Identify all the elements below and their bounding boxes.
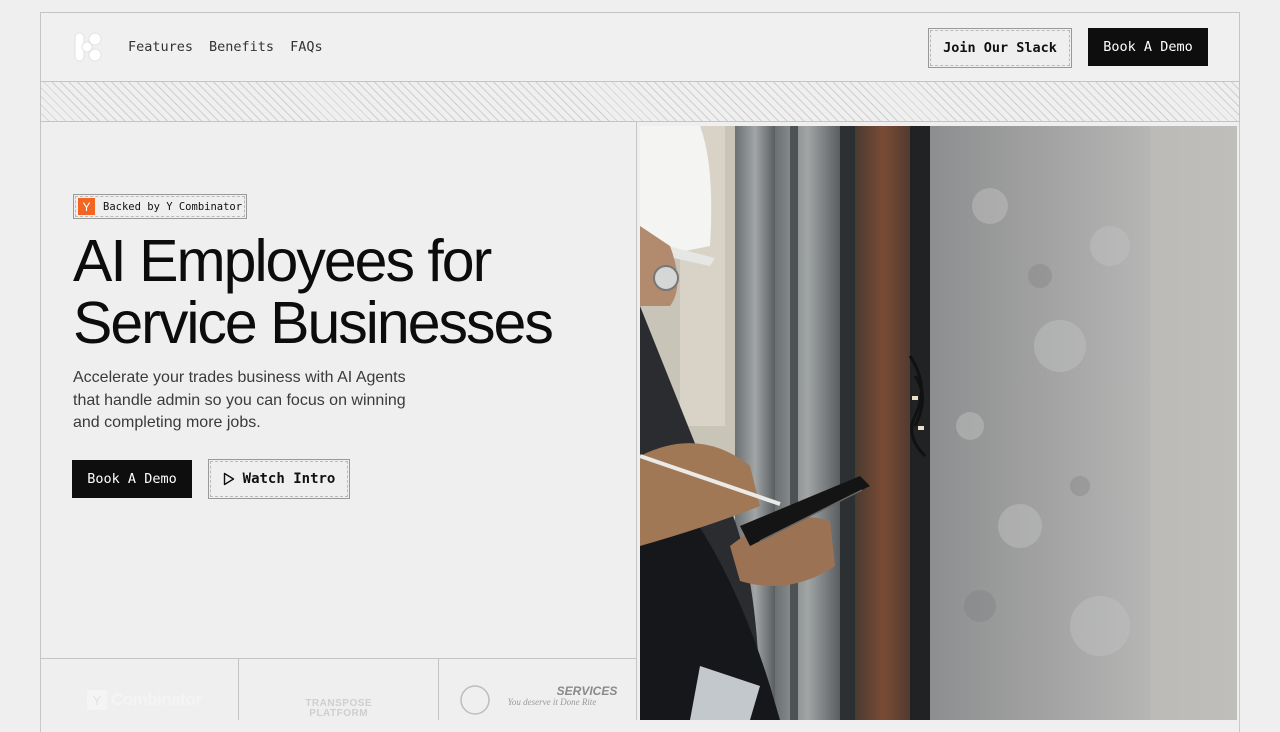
transpose-line-2: PLATFORM <box>309 708 369 719</box>
yc-logo-icon: Y <box>87 690 107 710</box>
nav-link-faqs[interactable]: FAQs <box>290 39 323 55</box>
logo-mark-icon[interactable] <box>73 31 105 63</box>
nav-link-features[interactable]: Features <box>128 39 193 55</box>
watch-intro-button[interactable]: Watch Intro <box>208 459 350 499</box>
services-logo-icon <box>459 685 490 715</box>
yc-badge[interactable]: Y Backed by Y Combinator <box>73 194 247 219</box>
yc-logo-text: Combinator <box>111 690 202 709</box>
yc-icon: Y <box>78 198 95 215</box>
hero-section: Y Backed by Y Combinator AI Employees fo… <box>40 122 637 720</box>
logo-transpose: TRANSPOSE PLATFORM <box>239 659 439 720</box>
hero-subtitle: Accelerate your trades business with AI … <box>73 369 406 431</box>
logo-yc: Y Combinator <box>40 659 240 720</box>
client-logos: Y Combinator TRANSPOSE PLATFORM SERVICES… <box>40 658 637 720</box>
watch-intro-label: Watch Intro <box>242 471 336 487</box>
hero-book-demo-button[interactable]: Book A Demo <box>72 460 192 498</box>
hero-headline: AI Employees for Service Businesses <box>73 230 633 354</box>
top-nav: Features Benefits FAQs Join Our Slack Bo… <box>40 12 1240 82</box>
photo-illustration <box>640 126 1237 720</box>
headline-line-1: AI Employees for <box>73 228 492 294</box>
striped-divider <box>40 82 1240 122</box>
hero-photo-technician <box>640 126 1237 720</box>
badge-label: Backed by Y Combinator <box>103 200 243 213</box>
nav-book-demo-button[interactable]: Book A Demo <box>1088 28 1208 66</box>
play-icon <box>223 472 234 486</box>
services-logo-text: SERVICES <box>556 684 618 698</box>
logo-services: SERVICES You deserve it Done Rite <box>439 659 637 720</box>
join-slack-button[interactable]: Join Our Slack <box>928 28 1072 68</box>
nav-link-benefits[interactable]: Benefits <box>209 39 274 55</box>
nav-links: Features Benefits FAQs <box>128 39 323 55</box>
headline-line-2: Service Businesses <box>73 290 554 356</box>
services-tagline: You deserve it Done Rite <box>507 697 597 707</box>
